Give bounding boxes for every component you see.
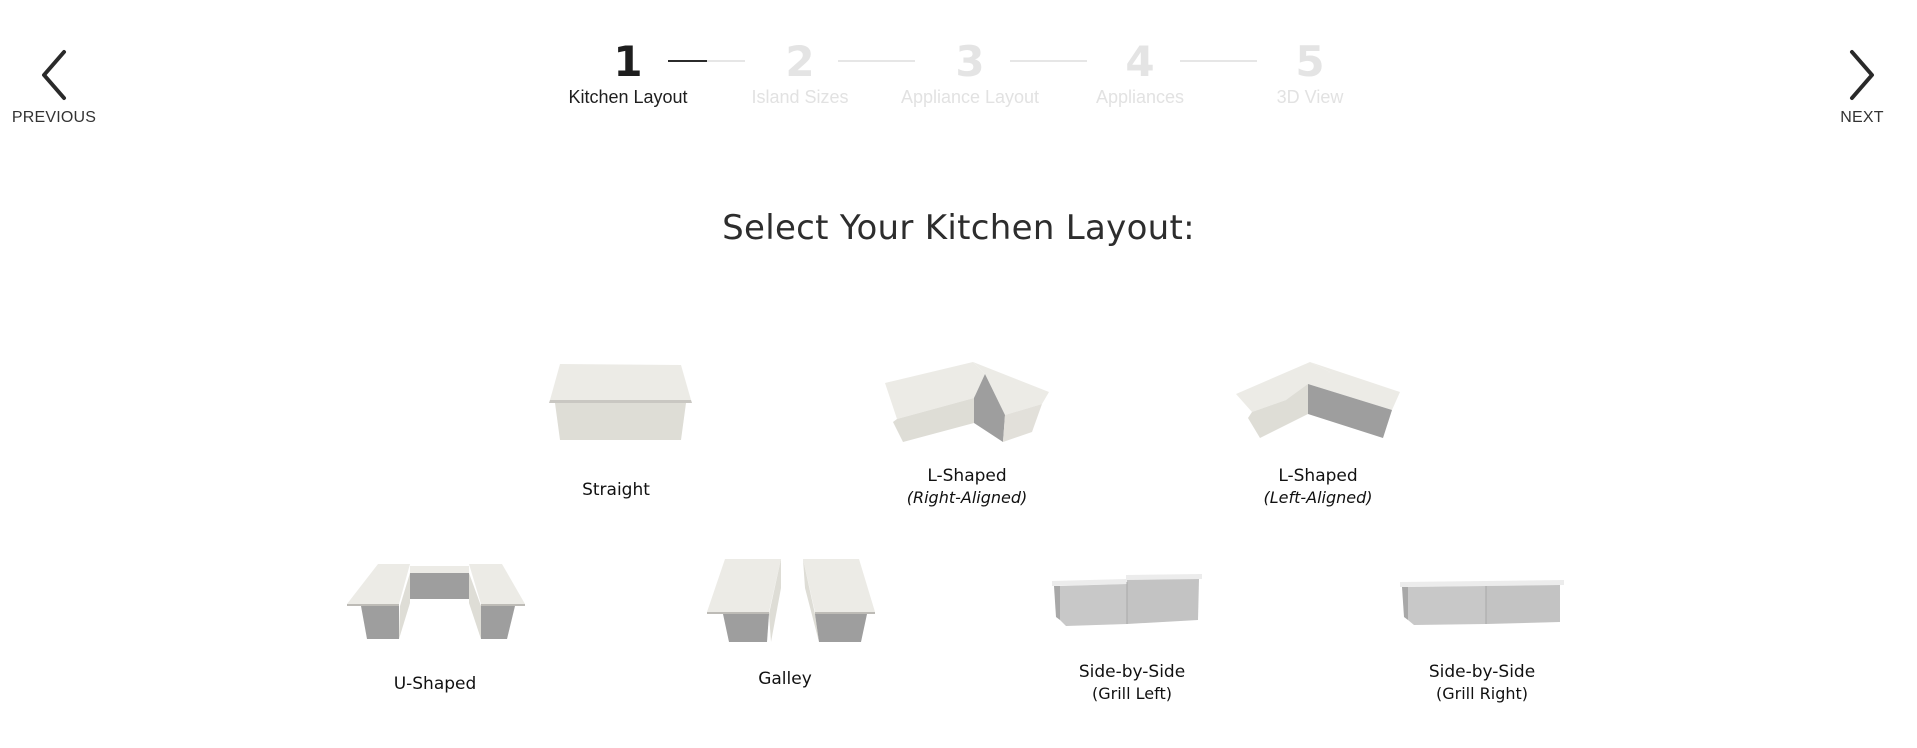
step-3d-view[interactable]: 5 3D View <box>1225 40 1395 108</box>
step-island-sizes[interactable]: 2 Island Sizes <box>715 40 885 108</box>
layout-sublabel: (Grill Left) <box>1092 684 1172 703</box>
layout-label: L-Shaped <box>927 466 1007 486</box>
step-label: 3D View <box>1276 87 1344 107</box>
step-appliances[interactable]: 4 Appliances <box>1055 40 1225 108</box>
l-shaped-right-icon <box>885 362 1049 442</box>
step-label: Appliance Layout <box>900 87 1040 107</box>
step-number: 3 <box>955 37 985 86</box>
side-by-side-grill-left-icon <box>1052 574 1202 626</box>
u-shaped-icon <box>347 564 525 639</box>
layout-sublabel: (Left-Aligned) <box>1263 488 1373 507</box>
step-number: 2 <box>785 37 815 86</box>
step-connector-progress <box>668 60 707 62</box>
layout-label: U-Shaped <box>393 674 477 694</box>
step-label: Kitchen Layout <box>568 87 688 107</box>
layout-option-galley[interactable]: Galley <box>665 558 905 690</box>
layout-label: Galley <box>758 669 812 689</box>
layout-label: L-Shaped <box>1278 466 1358 486</box>
layout-option-l-shaped-left[interactable]: L-Shaped (Left-Aligned) <box>1198 362 1438 508</box>
step-label: Island Sizes <box>751 87 849 107</box>
layout-option-straight[interactable]: Straight <box>496 362 736 501</box>
previous-button[interactable]: PREVIOUS <box>0 48 109 138</box>
step-label: Appliances <box>1095 87 1185 107</box>
layout-sublabel: (Grill Right) <box>1435 684 1528 703</box>
galley-icon <box>707 559 875 642</box>
layout-sublabel: (Right-Aligned) <box>906 488 1028 507</box>
page-title: Select Your Kitchen Layout: <box>722 208 1195 248</box>
next-label: NEXT <box>1840 109 1884 126</box>
step-number: 5 <box>1295 37 1325 86</box>
next-button[interactable]: NEXT <box>1807 48 1917 138</box>
layout-option-side-by-side-grill-right[interactable]: Side-by-Side (Grill Right) <box>1362 572 1602 704</box>
straight-island-icon <box>549 364 692 440</box>
side-by-side-grill-right-icon <box>1400 580 1564 625</box>
layout-label: Side-by-Side <box>1078 662 1186 682</box>
step-kitchen-layout[interactable]: 1 Kitchen Layout <box>543 40 713 108</box>
layout-option-l-shaped-right[interactable]: L-Shaped (Right-Aligned) <box>847 362 1087 508</box>
previous-label: PREVIOUS <box>11 109 97 126</box>
layout-option-u-shaped[interactable]: U-Shaped <box>315 563 555 695</box>
chevron-left-icon <box>42 50 66 100</box>
step-number: 1 <box>613 37 643 86</box>
layout-label: Straight <box>582 480 650 500</box>
chevron-right-icon <box>1850 50 1874 100</box>
l-shaped-left-icon <box>1236 362 1400 438</box>
step-number: 4 <box>1125 37 1155 86</box>
layout-label: Side-by-Side <box>1428 662 1536 682</box>
layout-option-side-by-side-grill-left[interactable]: Side-by-Side (Grill Left) <box>1012 572 1252 704</box>
step-appliance-layout[interactable]: 3 Appliance Layout <box>885 40 1055 108</box>
